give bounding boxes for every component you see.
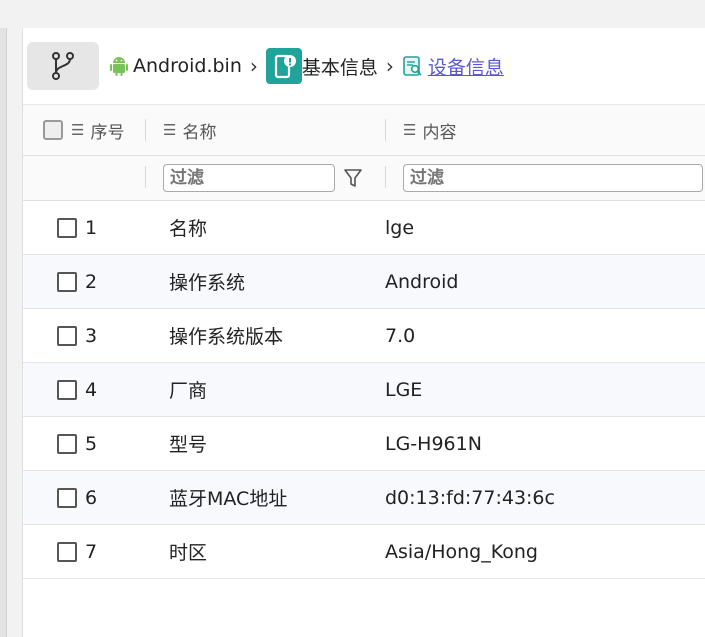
breadcrumb-current[interactable]: 设备信息 [402, 53, 504, 80]
device-info-table: ☰ 序号 ☰ 名称 ☰ 内容 过滤 过滤 1 名称 lge 2 操作系统 And… [23, 104, 705, 579]
row-name: 型号 [169, 434, 208, 456]
index-cell: 3 [23, 309, 145, 362]
select-all-checkbox[interactable] [43, 120, 63, 140]
table-row[interactable]: 4 厂商 LGE [23, 363, 705, 417]
table-body: 1 名称 lge 2 操作系统 Android 3 操作系统版本 7.0 4 厂商 LGE 5 型号 LG-… [23, 201, 705, 579]
row-value: 7.0 [385, 324, 416, 347]
left-panel-edge [0, 28, 7, 637]
row-value: LG-H961N [385, 432, 482, 455]
breadcrumb-section-label: 基本信息 [301, 56, 378, 79]
row-checkbox[interactable] [57, 379, 77, 400]
breadcrumb: Android.bin › 基本信息 › 设备信息 [23, 38, 705, 94]
breadcrumb-section[interactable]: 基本信息 [265, 48, 378, 84]
document-search-icon [402, 55, 424, 77]
row-value: lge [385, 216, 415, 239]
name-cell: 时区 [145, 525, 385, 578]
row-checkbox[interactable] [57, 487, 77, 508]
index-cell: 6 [23, 471, 145, 524]
filter-cell-name [145, 156, 385, 200]
row-value: d0:13:fd:77:43:6c [385, 486, 555, 509]
row-name: 蓝牙MAC地址 [169, 488, 288, 510]
name-cell: 蓝牙MAC地址 [145, 471, 385, 524]
column-header-name[interactable]: ☰ 名称 [145, 105, 385, 155]
row-index: 5 [85, 432, 98, 455]
index-cell: 2 [23, 255, 145, 308]
filter-cell-content [385, 156, 705, 200]
column-label: 序号 [90, 122, 125, 143]
list-icon: ☰ [403, 121, 417, 139]
name-cell: 型号 [145, 417, 385, 470]
row-name: 时区 [169, 542, 208, 564]
table-row[interactable]: 6 蓝牙MAC地址 d0:13:fd:77:43:6c [23, 471, 705, 525]
branch-icon [52, 52, 74, 80]
column-header-index[interactable]: ☰ 序号 [23, 105, 145, 155]
value-cell: LGE [385, 363, 705, 416]
filter-cell-index [23, 156, 145, 200]
value-cell: lge [385, 201, 705, 254]
row-index: 3 [85, 324, 98, 347]
value-cell: LG-H961N [385, 417, 705, 470]
row-checkbox[interactable] [57, 433, 77, 454]
row-index: 4 [85, 378, 98, 401]
table-header: ☰ 序号 ☰ 名称 ☰ 内容 [23, 105, 705, 156]
breadcrumb-separator: › [249, 54, 258, 78]
tree-toggle-button[interactable] [27, 42, 99, 90]
row-checkbox[interactable] [57, 217, 77, 238]
row-name: 操作系统版本 [169, 326, 284, 348]
table-row[interactable]: 2 操作系统 Android [23, 255, 705, 309]
table-row[interactable]: 7 时区 Asia/Hong_Kong [23, 525, 705, 579]
android-icon [109, 55, 129, 77]
row-name: 操作系统 [169, 272, 246, 294]
row-checkbox[interactable] [57, 271, 77, 292]
row-value: Android [385, 270, 459, 293]
row-index: 1 [85, 216, 98, 239]
table-row[interactable]: 3 操作系统版本 7.0 [23, 309, 705, 363]
name-cell: 厂商 [145, 363, 385, 416]
column-label: 内容 [422, 122, 457, 143]
breadcrumb-file-label: Android.bin [133, 55, 242, 77]
row-checkbox[interactable] [57, 541, 77, 562]
name-cell: 操作系统 [145, 255, 385, 308]
index-cell: 4 [23, 363, 145, 416]
table-row[interactable]: 5 型号 LG-H961N [23, 417, 705, 471]
column-label: 名称 [182, 122, 217, 143]
breadcrumb-current-link[interactable]: 设备信息 [428, 53, 504, 80]
row-name: 厂商 [169, 380, 208, 402]
list-icon: ☰ [71, 121, 85, 139]
breadcrumb-separator: › [385, 54, 394, 78]
row-value: Asia/Hong_Kong [385, 540, 538, 563]
filter-row [23, 156, 705, 201]
index-cell: 1 [23, 201, 145, 254]
row-value: LGE [385, 378, 423, 401]
name-filter-input[interactable] [163, 164, 335, 192]
funnel-icon[interactable] [343, 167, 363, 189]
row-index: 6 [85, 486, 98, 509]
index-cell: 5 [23, 417, 145, 470]
value-cell: d0:13:fd:77:43:6c [385, 471, 705, 524]
breadcrumb-file[interactable]: Android.bin [109, 55, 242, 77]
name-cell: 操作系统版本 [145, 309, 385, 362]
value-cell: Asia/Hong_Kong [385, 525, 705, 578]
name-cell: 名称 [145, 201, 385, 254]
detail-panel: Android.bin › 基本信息 › 设备信息 ☰ 序号 ☰ 名称 ☰ 内容… [22, 28, 705, 637]
row-index: 2 [85, 270, 98, 293]
content-filter-input[interactable] [403, 164, 703, 192]
value-cell: Android [385, 255, 705, 308]
list-icon: ☰ [163, 121, 177, 139]
row-index: 7 [85, 540, 98, 563]
phone-info-icon [265, 48, 302, 84]
row-checkbox[interactable] [57, 325, 77, 346]
row-name: 名称 [169, 218, 208, 240]
table-row[interactable]: 1 名称 lge [23, 201, 705, 255]
index-cell: 7 [23, 525, 145, 578]
column-header-content[interactable]: ☰ 内容 [385, 105, 705, 155]
value-cell: 7.0 [385, 309, 705, 362]
